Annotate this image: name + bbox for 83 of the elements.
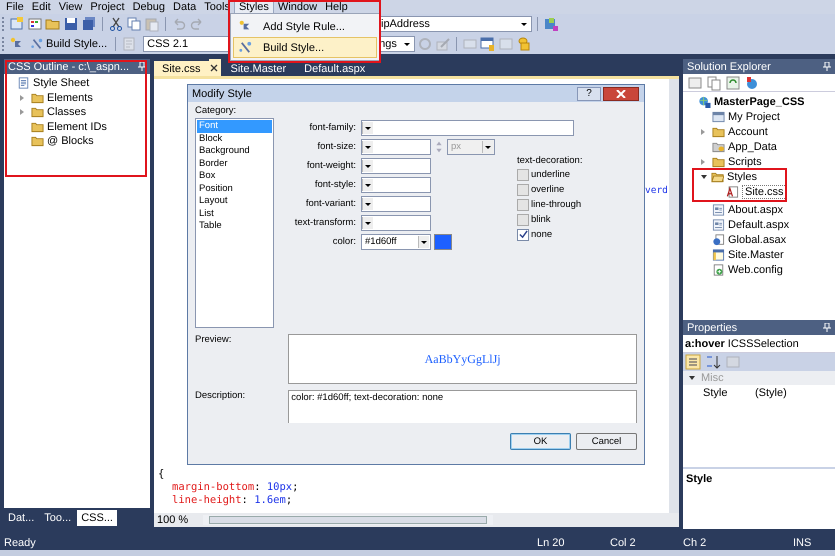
field-label: color: <box>332 235 356 249</box>
menu-item[interactable]: Data <box>169 0 200 14</box>
tree-item[interactable]: Site.Master <box>728 248 784 260</box>
category-item[interactable]: Background <box>197 145 272 158</box>
category-item[interactable]: List <box>197 208 272 220</box>
panel-title: CSS Outline - c:\_aspn... <box>8 60 130 72</box>
tree-item[interactable]: App_Data <box>728 140 777 152</box>
dialog-button[interactable]: Cancel <box>576 433 637 450</box>
status-text: Ln 20 <box>537 536 565 548</box>
menu-item[interactable]: Help <box>321 0 352 14</box>
field-label: Preview: <box>195 334 232 347</box>
panel-tab[interactable]: Dat... <box>4 510 38 526</box>
tree-item[interactable]: Element IDs <box>47 120 107 133</box>
help-button[interactable]: ? <box>577 86 601 100</box>
dialog-button[interactable]: OK <box>510 433 571 450</box>
menu-item[interactable]: Add Style Rule... <box>233 16 377 37</box>
menu-item[interactable]: Edit <box>28 0 55 14</box>
code-text: verd <box>645 185 668 196</box>
field-label: font-size: <box>316 140 356 154</box>
document-tab[interactable]: Default.aspx <box>296 61 374 76</box>
description-title: Style <box>686 473 712 485</box>
checkbox-label: line-through <box>531 199 582 210</box>
tree-item[interactable]: My Project <box>728 110 780 122</box>
menu-item[interactable]: View <box>54 0 86 14</box>
field-label: font-weight: <box>306 159 356 173</box>
menu-item[interactable]: File <box>2 0 28 14</box>
field-label: font-family: <box>308 121 356 135</box>
menu-item[interactable]: Debug <box>128 0 170 14</box>
checkbox-label: overline <box>531 184 564 195</box>
status-text: INS <box>793 536 812 548</box>
field-label: text-transform: <box>294 216 356 230</box>
preview-text: AaBbYyGgLlJj <box>424 352 501 366</box>
panel-title: Properties <box>687 322 738 334</box>
tree-item[interactable]: Web.config <box>728 264 783 276</box>
checkbox-label: blink <box>531 214 551 225</box>
tree-item[interactable]: Style Sheet <box>33 77 90 90</box>
status-text: Ch 2 <box>683 536 706 548</box>
field-label: font-style: <box>314 178 356 192</box>
tree-item[interactable]: About.aspx <box>728 204 784 216</box>
code-line: { <box>158 468 166 481</box>
code-line: line-height: 1.6em; <box>171 494 294 507</box>
status-text: Col 2 <box>610 536 636 548</box>
panel-tab[interactable]: Too... <box>40 510 76 526</box>
tree-item[interactable]: Default.aspx <box>728 218 790 230</box>
tree-item[interactable]: Site.css <box>742 184 787 198</box>
menu-item[interactable]: Project <box>86 0 129 14</box>
description-text: color: #1d60ff; text-decoration: none <box>291 392 444 403</box>
status-text: Ready <box>4 536 36 548</box>
field-label: font-variant: <box>304 197 356 211</box>
field-label: Description: <box>195 390 246 403</box>
category-label: Category: <box>195 105 238 116</box>
category-item[interactable]: Table <box>197 220 272 232</box>
category-item[interactable]: Box <box>197 170 272 182</box>
category-label: Misc <box>701 372 724 384</box>
zoom-dropdown[interactable]: 100 % <box>154 514 197 526</box>
code-line: margin-bottom: 10px; <box>171 481 300 494</box>
tree-item[interactable]: MasterPage_CSS <box>714 96 804 108</box>
panel-title: Solution Explorer <box>687 60 771 72</box>
tree-item[interactable]: Global.asax <box>728 234 786 246</box>
field-label: text-decoration: <box>517 155 582 166</box>
tree-item[interactable]: Scripts <box>728 156 762 168</box>
checkbox-label: underline <box>531 169 570 180</box>
checkbox-label: none <box>531 229 552 240</box>
category-item[interactable]: Block <box>197 132 272 145</box>
property-name: Style <box>702 386 728 398</box>
build-style-button[interactable]: Build Style... <box>27 35 110 53</box>
document-tab[interactable]: Site.Master <box>222 61 294 76</box>
category-item[interactable]: Layout <box>197 195 272 208</box>
dialog-title: Modify Style <box>192 88 253 100</box>
document-tab[interactable]: Site.css <box>154 61 209 76</box>
tree-item[interactable]: Styles <box>727 170 757 182</box>
tree-item[interactable]: Elements <box>47 92 93 104</box>
tree-item[interactable]: Classes <box>47 106 86 118</box>
category-item[interactable]: Position <box>197 182 272 195</box>
color-dropdown[interactable]: #1d60ff <box>361 234 431 250</box>
menu-item[interactable]: Build Style... <box>233 37 377 58</box>
panel-tab[interactable]: CSS... <box>77 510 117 526</box>
tree-item[interactable]: Account <box>728 126 768 138</box>
tree-item[interactable]: @ Blocks <box>47 135 94 148</box>
category-item[interactable]: Border <box>197 158 272 170</box>
property-value[interactable]: (Style) <box>755 386 787 398</box>
menu-item[interactable]: Window <box>274 0 322 14</box>
object-selector[interactable]: a:hover ICSSSelection <box>683 335 835 353</box>
